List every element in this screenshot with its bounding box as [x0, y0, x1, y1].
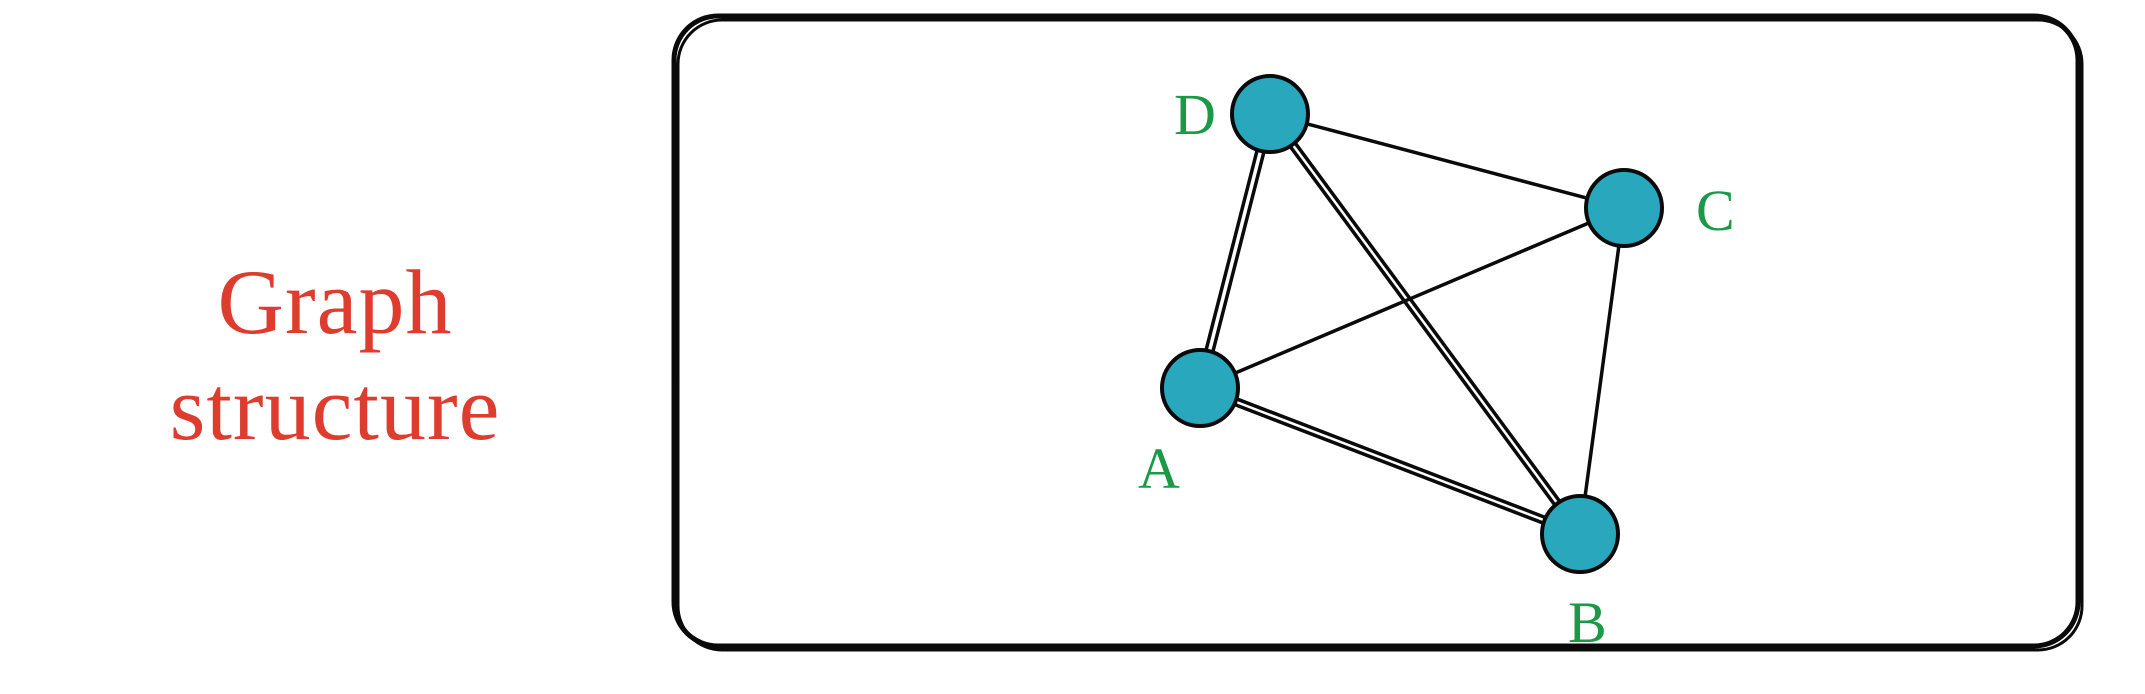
- title-line-1: Graph: [218, 251, 453, 353]
- node-label-A: A: [1138, 436, 1180, 501]
- panel-border-shadow: [678, 20, 2082, 650]
- edge-A-D: [1213, 153, 1264, 351]
- graph-edges: [1206, 124, 1619, 523]
- edge-B-D: [1296, 144, 1560, 501]
- edge-B-D: [1291, 147, 1555, 504]
- title-line-2: structure: [170, 357, 501, 459]
- node-A: [1162, 350, 1238, 426]
- node-B: [1542, 496, 1618, 572]
- node-C: [1586, 170, 1662, 246]
- edge-A-C: [1236, 223, 1588, 373]
- edge-C-D: [1308, 124, 1587, 198]
- edge-A-B: [1235, 405, 1542, 523]
- panel-border: [674, 16, 2078, 646]
- node-label-B: B: [1568, 590, 1607, 654]
- node-D: [1232, 76, 1308, 152]
- edge-A-D: [1206, 151, 1257, 349]
- diagram-title: Graph structure: [60, 250, 610, 462]
- edge-B-C: [1585, 247, 1619, 496]
- node-label-C: C: [1696, 178, 1735, 243]
- node-label-D: D: [1174, 82, 1216, 147]
- diagram-stage: Graph structure A B C D: [0, 0, 2145, 694]
- graph-panel: A B C D: [670, 12, 2090, 654]
